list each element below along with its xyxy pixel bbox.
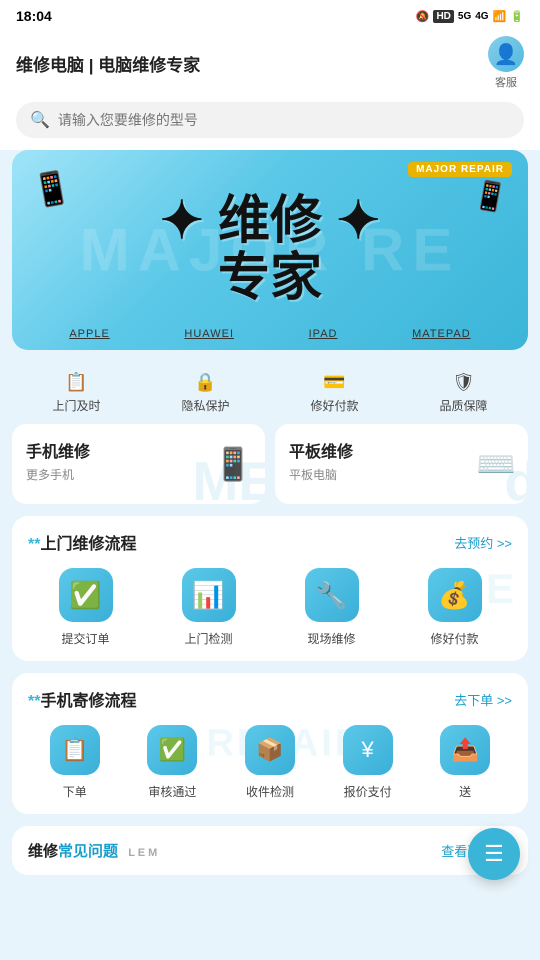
- mail-process-section: REPAIR **手机寄修流程 去下单 >> 📋 下单 ✅ 审核通过 📦 收件检…: [12, 673, 528, 814]
- mail-step-receive-label: 收件检测: [246, 783, 294, 800]
- step-inspect: 📊 上门检测: [151, 568, 266, 647]
- feature-label-quality: 品质保障: [439, 397, 487, 414]
- mail-approve-icon: ✅: [147, 725, 197, 775]
- header: 维修电脑 | 电脑维修专家 👤 客服: [0, 28, 540, 102]
- mail-quote-icon: ¥: [343, 725, 393, 775]
- pay-icon: 💳: [323, 372, 345, 393]
- phone-repair-card[interactable]: 手机维修 更多手机 ME 📱: [12, 424, 265, 504]
- mail-step-order-label: 下单: [63, 783, 87, 800]
- mail-process-title: **手机寄修流程: [28, 687, 136, 711]
- search-wrap[interactable]: 🔍: [16, 102, 524, 138]
- search-bar-container: 🔍: [0, 102, 540, 150]
- cs-avatar: 👤: [488, 36, 524, 72]
- mail-step-send: 📤 送: [418, 725, 512, 800]
- banner-brands: APPLE HUAWEI IPAD MATEPAD: [12, 328, 528, 340]
- banner[interactable]: MAJOR RE 📱 📱 MAJOR REPAIR ✦ 维修 ✦专家 APPLE…: [12, 150, 528, 350]
- filter-icon: ☰: [484, 841, 504, 867]
- feature-label-ontime: 上门及时: [52, 397, 100, 414]
- process-header: **上门维修流程 去预约 >>: [28, 530, 512, 554]
- step-submit-label: 提交订单: [61, 630, 109, 647]
- mail-step-order: 📋 下单: [28, 725, 122, 800]
- mail-step-receive: 📦 收件检测: [223, 725, 317, 800]
- brand-ipad: IPAD: [309, 328, 338, 340]
- page-title: 维修电脑 | 电脑维修专家: [16, 51, 200, 76]
- mail-process-header: **手机寄修流程 去下单 >>: [28, 687, 512, 711]
- mail-title-asterisk: **: [28, 693, 40, 710]
- star-right: ✦: [336, 192, 380, 250]
- step-repair-icon: 🔧: [305, 568, 359, 622]
- step-submit-icon: ✅: [59, 568, 113, 622]
- mail-step-send-label: 送: [459, 783, 471, 800]
- feature-label-privacy: 隐私保护: [181, 397, 229, 414]
- mail-order-icon: 📋: [50, 725, 100, 775]
- faq-section[interactable]: 维修常见问题 L E M 查看更多 >>: [12, 826, 528, 875]
- step-inspect-label: 上门检测: [184, 630, 232, 647]
- service-cards: 手机维修 更多手机 ME 📱 平板维修 平板电脑 d ⌨️: [0, 424, 540, 516]
- step-payment-label: 修好付款: [430, 630, 478, 647]
- homepage-process-section: RE **上门维修流程 去预约 >> ✅ 提交订单 📊 上门检测 🔧 现场维修 …: [12, 516, 528, 661]
- phone-left-icon: 📱: [29, 167, 75, 211]
- mail-steps: 📋 下单 ✅ 审核通过 📦 收件检测 ¥ 报价支付 📤 送: [28, 725, 512, 800]
- status-bar: 18:04 🔕 HD 5G 4G 📶 🔋: [0, 0, 540, 28]
- step-submit: ✅ 提交订单: [28, 568, 143, 647]
- mail-receive-icon: 📦: [245, 725, 295, 775]
- tablet-card-icon: ⌨️: [476, 445, 516, 483]
- tablet-repair-card[interactable]: 平板维修 平板电脑 d ⌨️: [275, 424, 528, 504]
- star-left: ✦: [160, 192, 204, 250]
- step-payment: 💰 修好付款: [397, 568, 512, 647]
- privacy-icon: 🔒: [194, 372, 216, 393]
- process-steps: ✅ 提交订单 📊 上门检测 🔧 现场维修 💰 修好付款: [28, 568, 512, 647]
- cs-label: 客服: [495, 74, 517, 90]
- mail-step-quote: ¥ 报价支付: [321, 725, 415, 800]
- faq-title-highlight: 常见问题: [58, 843, 118, 860]
- feature-label-pay: 修好付款: [310, 397, 358, 414]
- step-repair: 🔧 现场维修: [274, 568, 389, 647]
- title-asterisk: **: [28, 536, 40, 553]
- step-repair-label: 现场维修: [307, 630, 355, 647]
- mail-send-icon: 📤: [440, 725, 490, 775]
- process-booking-link[interactable]: 去预约 >>: [454, 533, 512, 552]
- feature-quality: 🛡 品质保障: [439, 372, 487, 414]
- mail-step-approve-label: 审核通过: [148, 783, 196, 800]
- phone-right-icon: 📱: [471, 177, 511, 216]
- status-icons: 🔕 HD 5G 4G 📶 🔋: [416, 10, 524, 23]
- ontime-icon: 📋: [65, 372, 87, 393]
- fab-filter-button[interactable]: ☰: [468, 828, 520, 880]
- features-row: 📋 上门及时 🔒 隐私保护 💳 修好付款 🛡 品质保障: [0, 362, 540, 424]
- quality-icon: 🛡: [452, 372, 475, 393]
- feature-privacy: 🔒 隐私保护: [181, 372, 229, 414]
- brand-matepad: MATEPAD: [412, 328, 471, 340]
- faq-bg-hint: L E M: [128, 847, 157, 859]
- time: 18:04: [16, 8, 52, 24]
- customer-service-button[interactable]: 👤 客服: [488, 36, 524, 90]
- mail-step-quote-label: 报价支付: [344, 783, 392, 800]
- step-inspect-icon: 📊: [182, 568, 236, 622]
- search-input[interactable]: [58, 112, 510, 128]
- search-icon: 🔍: [30, 110, 50, 130]
- banner-main-text: ✦ 维修 ✦专家: [160, 193, 380, 307]
- mail-step-approve: ✅ 审核通过: [126, 725, 220, 800]
- faq-title: 维修常见问题 L E M: [28, 840, 157, 861]
- process-title: **上门维修流程: [28, 530, 136, 554]
- phone-card-icon: 📱: [213, 445, 253, 483]
- brand-apple: APPLE: [69, 328, 109, 340]
- feature-pay: 💳 修好付款: [310, 372, 358, 414]
- mail-order-link[interactable]: 去下单 >>: [454, 690, 512, 709]
- step-payment-icon: 💰: [428, 568, 482, 622]
- brand-huawei: HUAWEI: [184, 328, 234, 340]
- feature-ontime: 📋 上门及时: [52, 372, 100, 414]
